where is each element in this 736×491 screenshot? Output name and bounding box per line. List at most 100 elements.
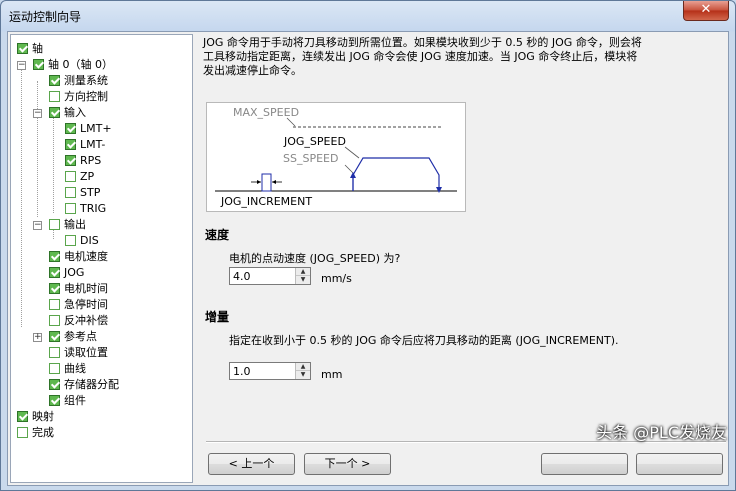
tree-item[interactable]: 轴 0（轴 0） xyxy=(33,56,113,72)
speed-prompt: 电机的点动速度 (JOG_SPEED) 为? xyxy=(229,252,401,265)
jog-description: JOG 命令用于手动将刀具移动到所需位置。如果模块收到少于 0.5 秒的 JOG… xyxy=(203,36,642,77)
tree-checkbox[interactable] xyxy=(65,154,76,166)
tree-checkbox[interactable] xyxy=(49,90,60,102)
tree-item[interactable]: 测量系统 xyxy=(49,72,108,88)
finish-button[interactable] xyxy=(541,453,628,475)
tree-item[interactable]: 反冲补偿 xyxy=(49,312,108,328)
tree-item[interactable]: 映射 xyxy=(17,408,54,424)
jog-diagram-svg: MAX_SPEED JOG_SPEED SS_SPEED JOG_INCREME… xyxy=(215,106,457,208)
jog-speed-stepper[interactable]: ▲ ▼ xyxy=(229,267,311,285)
close-icon: ✕ xyxy=(700,2,712,17)
ss-speed-label: SS_SPEED xyxy=(283,152,338,165)
tree-checkbox[interactable] xyxy=(49,298,60,310)
increment-arrow-icon xyxy=(272,180,276,184)
tree-line xyxy=(21,65,22,327)
tree-checkbox[interactable] xyxy=(49,282,60,294)
tree-item[interactable]: 参考点 xyxy=(49,328,97,344)
increment-prompt: 指定在收到小于 0.5 秒的 JOG 命令后应将刀具移动的距离 (JOG_INC… xyxy=(229,334,619,347)
prev-button[interactable]: < 上一个 xyxy=(208,453,295,475)
navigation-tree: − − − + 轴 轴 0（轴 0） 测量系统 方向控制 输入 LMT+ LMT… xyxy=(10,34,193,483)
tree-item[interactable]: TRIG xyxy=(65,200,106,216)
tree-item[interactable]: DIS xyxy=(65,232,99,248)
tree-checkbox[interactable] xyxy=(65,138,76,150)
expander-inputs[interactable]: − xyxy=(33,109,42,118)
tree-checkbox[interactable] xyxy=(17,410,28,422)
watermark: 头条 @PLC发烧友 xyxy=(596,423,727,442)
tree-item[interactable]: 存储器分配 xyxy=(49,376,119,392)
spin-up-icon[interactable]: ▲ xyxy=(296,363,310,371)
max-speed-label: MAX_SPEED xyxy=(233,106,299,119)
tree-checkbox[interactable] xyxy=(33,58,44,70)
speed-section-title: 速度 xyxy=(205,228,230,242)
increment-arrow-icon xyxy=(257,180,261,184)
max-speed-pointer xyxy=(286,117,296,127)
next-button[interactable]: 下一个 > xyxy=(304,453,391,475)
increment-section-title: 增量 xyxy=(205,310,230,324)
jog-profile xyxy=(352,157,440,191)
tree-item-jog[interactable]: JOG xyxy=(49,264,84,280)
tree-checkbox[interactable] xyxy=(17,42,28,54)
spin-up-icon[interactable]: ▲ xyxy=(296,268,310,276)
jog-increment-stepper[interactable]: ▲ ▼ xyxy=(229,362,311,380)
tree-item[interactable]: RPS xyxy=(65,152,101,168)
close-button[interactable]: ✕ xyxy=(683,1,729,21)
tree-checkbox[interactable] xyxy=(49,362,60,374)
tree-item[interactable]: 轴 xyxy=(17,40,43,56)
jog-speed-pointer xyxy=(344,146,360,159)
tree-item[interactable]: 输入 xyxy=(49,104,86,120)
tree-checkbox[interactable] xyxy=(49,346,60,358)
tree-checkbox[interactable] xyxy=(49,266,60,278)
tree-item[interactable]: 急停时间 xyxy=(49,296,108,312)
tree-item[interactable]: 方向控制 xyxy=(49,88,108,104)
jog-increment-label: JOG_INCREMENT xyxy=(220,195,312,208)
tree-item[interactable]: 完成 xyxy=(17,424,54,440)
jog-increment-spinner[interactable]: ▲ ▼ xyxy=(295,363,310,379)
tree-checkbox[interactable] xyxy=(49,330,60,342)
tree-checkbox[interactable] xyxy=(65,170,76,182)
speed-unit: mm/s xyxy=(321,272,352,285)
tree-item[interactable]: LMT- xyxy=(65,136,105,152)
tree-checkbox[interactable] xyxy=(49,218,60,230)
jog-speed-label: JOG_SPEED xyxy=(283,135,346,148)
tree-item[interactable]: 电机时间 xyxy=(49,280,108,296)
tree-checkbox[interactable] xyxy=(49,74,60,86)
title-bar[interactable]: 运动控制向导 ✕ xyxy=(1,1,735,29)
tree-checkbox[interactable] xyxy=(49,394,60,406)
tree-checkbox[interactable] xyxy=(49,314,60,326)
jog-speed-spinner[interactable]: ▲ ▼ xyxy=(295,268,310,284)
jog-speed-input[interactable] xyxy=(230,268,294,284)
jog-diagram: MAX_SPEED JOG_SPEED SS_SPEED JOG_INCREME… xyxy=(206,102,466,212)
tree-item[interactable]: 组件 xyxy=(49,392,86,408)
increment-pulse xyxy=(261,173,272,192)
tree-checkbox[interactable] xyxy=(17,426,28,438)
window-title: 运动控制向导 xyxy=(9,10,82,24)
tree-checkbox[interactable] xyxy=(65,202,76,214)
stop-arrow-icon xyxy=(436,187,442,193)
tree-checkbox[interactable] xyxy=(65,122,76,134)
tree-checkbox[interactable] xyxy=(65,234,76,246)
tree-item[interactable]: ZP xyxy=(65,168,94,184)
tree-checkbox[interactable] xyxy=(65,186,76,198)
tree-line xyxy=(53,113,54,213)
tree-checkbox[interactable] xyxy=(49,250,60,262)
tree-line xyxy=(37,81,38,217)
expander-outputs[interactable]: − xyxy=(33,221,42,230)
start-arrow-icon xyxy=(350,172,356,178)
content-pane: JOG 命令用于手动将刀具移动到所需位置。如果模块收到少于 0.5 秒的 JOG… xyxy=(198,32,728,485)
tree-item[interactable]: LMT+ xyxy=(65,120,112,136)
expander-reference-point[interactable]: + xyxy=(33,333,42,342)
tree-item[interactable]: 电机速度 xyxy=(49,248,108,264)
cancel-button[interactable] xyxy=(636,453,723,475)
tree-checkbox[interactable] xyxy=(49,106,60,118)
wizard-window: 运动控制向导 ✕ − − − + 轴 轴 0（轴 0） 测量系统 方向控制 输入… xyxy=(0,0,736,491)
spin-down-icon[interactable]: ▼ xyxy=(296,276,310,284)
spin-down-icon[interactable]: ▼ xyxy=(296,371,310,379)
jog-increment-input[interactable] xyxy=(230,363,294,379)
tree-item[interactable]: 输出 xyxy=(49,216,86,232)
tree-item[interactable]: 读取位置 xyxy=(49,344,108,360)
expander-axis0[interactable]: − xyxy=(17,61,26,70)
tree-item[interactable]: STP xyxy=(65,184,100,200)
increment-unit: mm xyxy=(321,368,343,381)
tree-item[interactable]: 曲线 xyxy=(49,360,86,376)
tree-checkbox[interactable] xyxy=(49,378,60,390)
